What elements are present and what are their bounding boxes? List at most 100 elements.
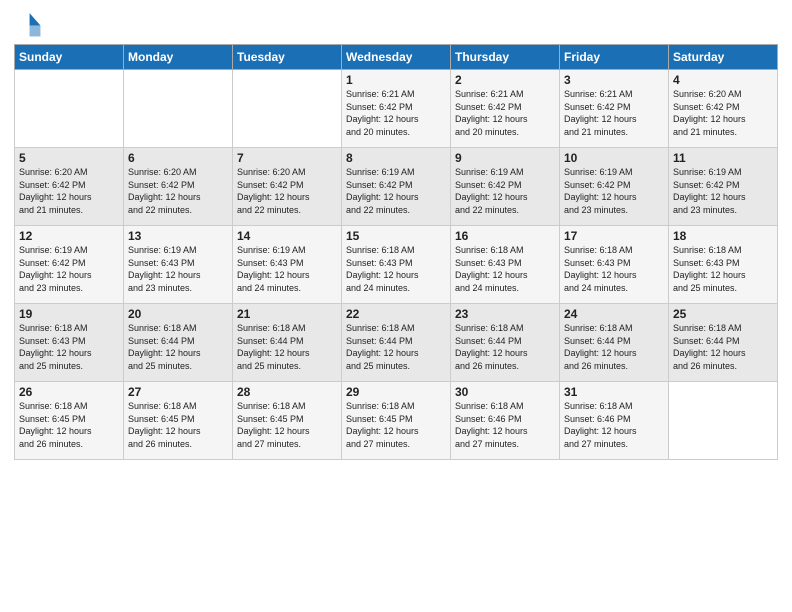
day-number: 16: [455, 229, 555, 243]
day-cell: 7Sunrise: 6:20 AM Sunset: 6:42 PM Daylig…: [233, 148, 342, 226]
day-number: 27: [128, 385, 228, 399]
day-number: 20: [128, 307, 228, 321]
day-info: Sunrise: 6:19 AM Sunset: 6:42 PM Dayligh…: [673, 166, 773, 216]
day-number: 22: [346, 307, 446, 321]
day-info: Sunrise: 6:20 AM Sunset: 6:42 PM Dayligh…: [673, 88, 773, 138]
day-number: 18: [673, 229, 773, 243]
day-cell: 11Sunrise: 6:19 AM Sunset: 6:42 PM Dayli…: [669, 148, 778, 226]
day-number: 25: [673, 307, 773, 321]
day-info: Sunrise: 6:19 AM Sunset: 6:42 PM Dayligh…: [455, 166, 555, 216]
day-number: 30: [455, 385, 555, 399]
header-cell-saturday: Saturday: [669, 45, 778, 70]
calendar-table: SundayMondayTuesdayWednesdayThursdayFrid…: [14, 44, 778, 460]
day-info: Sunrise: 6:19 AM Sunset: 6:42 PM Dayligh…: [19, 244, 119, 294]
day-number: 26: [19, 385, 119, 399]
day-number: 3: [564, 73, 664, 87]
day-cell: 9Sunrise: 6:19 AM Sunset: 6:42 PM Daylig…: [451, 148, 560, 226]
day-info: Sunrise: 6:19 AM Sunset: 6:43 PM Dayligh…: [128, 244, 228, 294]
day-cell: 20Sunrise: 6:18 AM Sunset: 6:44 PM Dayli…: [124, 304, 233, 382]
day-info: Sunrise: 6:19 AM Sunset: 6:42 PM Dayligh…: [564, 166, 664, 216]
day-cell: 3Sunrise: 6:21 AM Sunset: 6:42 PM Daylig…: [560, 70, 669, 148]
day-cell: 6Sunrise: 6:20 AM Sunset: 6:42 PM Daylig…: [124, 148, 233, 226]
day-cell: 25Sunrise: 6:18 AM Sunset: 6:44 PM Dayli…: [669, 304, 778, 382]
day-info: Sunrise: 6:21 AM Sunset: 6:42 PM Dayligh…: [455, 88, 555, 138]
day-cell: 8Sunrise: 6:19 AM Sunset: 6:42 PM Daylig…: [342, 148, 451, 226]
day-info: Sunrise: 6:19 AM Sunset: 6:43 PM Dayligh…: [237, 244, 337, 294]
page: SundayMondayTuesdayWednesdayThursdayFrid…: [0, 0, 792, 612]
day-info: Sunrise: 6:19 AM Sunset: 6:42 PM Dayligh…: [346, 166, 446, 216]
week-row-4: 19Sunrise: 6:18 AM Sunset: 6:43 PM Dayli…: [15, 304, 778, 382]
day-info: Sunrise: 6:18 AM Sunset: 6:45 PM Dayligh…: [346, 400, 446, 450]
day-cell: [124, 70, 233, 148]
day-number: 24: [564, 307, 664, 321]
day-info: Sunrise: 6:18 AM Sunset: 6:43 PM Dayligh…: [19, 322, 119, 372]
day-info: Sunrise: 6:18 AM Sunset: 6:46 PM Dayligh…: [455, 400, 555, 450]
day-cell: 15Sunrise: 6:18 AM Sunset: 6:43 PM Dayli…: [342, 226, 451, 304]
day-info: Sunrise: 6:21 AM Sunset: 6:42 PM Dayligh…: [346, 88, 446, 138]
day-cell: 13Sunrise: 6:19 AM Sunset: 6:43 PM Dayli…: [124, 226, 233, 304]
day-cell: 1Sunrise: 6:21 AM Sunset: 6:42 PM Daylig…: [342, 70, 451, 148]
day-number: 6: [128, 151, 228, 165]
day-number: 15: [346, 229, 446, 243]
day-cell: 24Sunrise: 6:18 AM Sunset: 6:44 PM Dayli…: [560, 304, 669, 382]
day-number: 4: [673, 73, 773, 87]
day-number: 9: [455, 151, 555, 165]
day-cell: 19Sunrise: 6:18 AM Sunset: 6:43 PM Dayli…: [15, 304, 124, 382]
header-cell-tuesday: Tuesday: [233, 45, 342, 70]
day-cell: 28Sunrise: 6:18 AM Sunset: 6:45 PM Dayli…: [233, 382, 342, 460]
day-cell: [233, 70, 342, 148]
day-info: Sunrise: 6:21 AM Sunset: 6:42 PM Dayligh…: [564, 88, 664, 138]
day-cell: [669, 382, 778, 460]
day-number: 11: [673, 151, 773, 165]
day-number: 8: [346, 151, 446, 165]
day-cell: 21Sunrise: 6:18 AM Sunset: 6:44 PM Dayli…: [233, 304, 342, 382]
day-cell: 4Sunrise: 6:20 AM Sunset: 6:42 PM Daylig…: [669, 70, 778, 148]
day-info: Sunrise: 6:18 AM Sunset: 6:44 PM Dayligh…: [564, 322, 664, 372]
header-cell-wednesday: Wednesday: [342, 45, 451, 70]
day-cell: 10Sunrise: 6:19 AM Sunset: 6:42 PM Dayli…: [560, 148, 669, 226]
day-cell: 12Sunrise: 6:19 AM Sunset: 6:42 PM Dayli…: [15, 226, 124, 304]
header-row: SundayMondayTuesdayWednesdayThursdayFrid…: [15, 45, 778, 70]
day-cell: 18Sunrise: 6:18 AM Sunset: 6:43 PM Dayli…: [669, 226, 778, 304]
day-info: Sunrise: 6:18 AM Sunset: 6:43 PM Dayligh…: [673, 244, 773, 294]
day-info: Sunrise: 6:18 AM Sunset: 6:43 PM Dayligh…: [346, 244, 446, 294]
day-info: Sunrise: 6:18 AM Sunset: 6:44 PM Dayligh…: [673, 322, 773, 372]
day-info: Sunrise: 6:18 AM Sunset: 6:45 PM Dayligh…: [19, 400, 119, 450]
day-number: 10: [564, 151, 664, 165]
week-row-1: 1Sunrise: 6:21 AM Sunset: 6:42 PM Daylig…: [15, 70, 778, 148]
header-cell-monday: Monday: [124, 45, 233, 70]
week-row-2: 5Sunrise: 6:20 AM Sunset: 6:42 PM Daylig…: [15, 148, 778, 226]
week-row-3: 12Sunrise: 6:19 AM Sunset: 6:42 PM Dayli…: [15, 226, 778, 304]
day-number: 21: [237, 307, 337, 321]
day-number: 19: [19, 307, 119, 321]
day-number: 13: [128, 229, 228, 243]
logo: [14, 10, 46, 38]
day-info: Sunrise: 6:18 AM Sunset: 6:45 PM Dayligh…: [128, 400, 228, 450]
day-cell: 17Sunrise: 6:18 AM Sunset: 6:43 PM Dayli…: [560, 226, 669, 304]
day-cell: [15, 70, 124, 148]
day-info: Sunrise: 6:18 AM Sunset: 6:43 PM Dayligh…: [455, 244, 555, 294]
day-number: 2: [455, 73, 555, 87]
week-row-5: 26Sunrise: 6:18 AM Sunset: 6:45 PM Dayli…: [15, 382, 778, 460]
day-info: Sunrise: 6:18 AM Sunset: 6:44 PM Dayligh…: [346, 322, 446, 372]
day-cell: 23Sunrise: 6:18 AM Sunset: 6:44 PM Dayli…: [451, 304, 560, 382]
header-cell-friday: Friday: [560, 45, 669, 70]
day-number: 14: [237, 229, 337, 243]
day-cell: 30Sunrise: 6:18 AM Sunset: 6:46 PM Dayli…: [451, 382, 560, 460]
day-info: Sunrise: 6:20 AM Sunset: 6:42 PM Dayligh…: [19, 166, 119, 216]
header-cell-sunday: Sunday: [15, 45, 124, 70]
day-number: 23: [455, 307, 555, 321]
day-cell: 27Sunrise: 6:18 AM Sunset: 6:45 PM Dayli…: [124, 382, 233, 460]
day-info: Sunrise: 6:18 AM Sunset: 6:43 PM Dayligh…: [564, 244, 664, 294]
day-info: Sunrise: 6:18 AM Sunset: 6:44 PM Dayligh…: [128, 322, 228, 372]
day-info: Sunrise: 6:18 AM Sunset: 6:45 PM Dayligh…: [237, 400, 337, 450]
day-number: 7: [237, 151, 337, 165]
day-cell: 29Sunrise: 6:18 AM Sunset: 6:45 PM Dayli…: [342, 382, 451, 460]
day-number: 28: [237, 385, 337, 399]
day-number: 17: [564, 229, 664, 243]
day-cell: 31Sunrise: 6:18 AM Sunset: 6:46 PM Dayli…: [560, 382, 669, 460]
header-cell-thursday: Thursday: [451, 45, 560, 70]
day-info: Sunrise: 6:18 AM Sunset: 6:44 PM Dayligh…: [455, 322, 555, 372]
day-info: Sunrise: 6:20 AM Sunset: 6:42 PM Dayligh…: [128, 166, 228, 216]
day-number: 29: [346, 385, 446, 399]
